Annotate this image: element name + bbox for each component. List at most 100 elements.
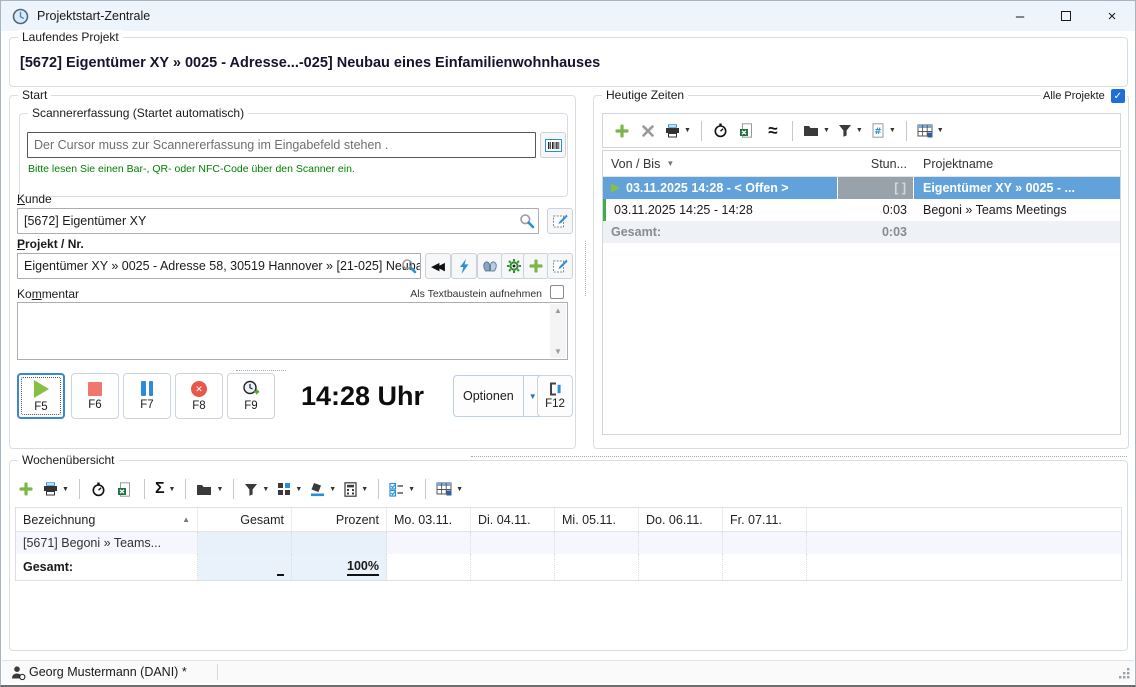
timer-button[interactable] [710, 119, 732, 143]
table-row[interactable]: 03.11.2025 14:25 - 14:28 0:03 Begoni » T… [603, 199, 1120, 221]
resize-grip-icon[interactable] [1119, 668, 1131, 680]
group-button[interactable]: ▼ [275, 477, 304, 501]
kunde-edit-button[interactable] [547, 208, 573, 234]
column-projektname[interactable]: Projektname [914, 157, 1120, 171]
cell-day [723, 532, 807, 554]
timer-button[interactable] [88, 477, 110, 501]
close-button[interactable]: × [1089, 1, 1135, 31]
minimize-button[interactable]: – [997, 1, 1043, 31]
title-bar: Projektstart-Zentrale – × [1, 1, 1135, 31]
add-button[interactable] [15, 477, 37, 501]
stop-f6-button[interactable]: F6 [71, 373, 119, 419]
chevron-down-icon[interactable]: ▼ [456, 486, 463, 493]
folder-icon [196, 483, 212, 496]
scroll-down-icon[interactable]: ▼ [554, 347, 562, 356]
exit-f12-button[interactable]: F12 [537, 375, 573, 417]
column-bezeichnung[interactable]: Bezeichnung▲ [16, 508, 198, 531]
chevron-down-icon[interactable]: ▼ [889, 127, 896, 134]
textbaustein-label: Als Textbaustein aufnehmen [317, 288, 542, 300]
chevron-down-icon[interactable]: ▼ [262, 486, 269, 493]
scanner-input[interactable]: Der Cursor muss zur Scannererfassung im … [27, 132, 536, 158]
chevron-down-icon[interactable]: ▼ [361, 486, 368, 493]
cancel-f8-button[interactable]: ✕ F8 [175, 373, 223, 419]
chevron-down-icon[interactable]: ▼ [329, 486, 336, 493]
column-di[interactable]: Di. 04.11. [471, 508, 555, 531]
column-fr[interactable]: Fr. 07.11. [723, 508, 807, 531]
projekt-input[interactable]: Eigentümer XY » 0025 - Adresse 58, 30519… [17, 253, 421, 279]
excel-export-button[interactable] [736, 119, 758, 143]
filter-button[interactable]: ▼ [242, 477, 271, 501]
alle-projekte-checkbox[interactable]: ✓ [1111, 89, 1125, 103]
search-icon[interactable] [519, 213, 535, 229]
cell-day [387, 532, 471, 554]
delete-button[interactable] [637, 119, 659, 143]
pause-f7-button[interactable]: F7 [123, 373, 171, 419]
chevron-down-icon[interactable]: ▼ [684, 127, 691, 134]
projekt-edit-button[interactable] [547, 253, 573, 279]
optionen-button[interactable]: Optionen ▼ [453, 375, 543, 417]
sum-icon: Σ [155, 480, 165, 498]
column-mo[interactable]: Mo. 03.11. [387, 508, 471, 531]
column-gesamt[interactable]: Gesamt [198, 508, 292, 531]
scanner-input-text: Der Cursor muss zur Scannererfassung im … [34, 138, 388, 152]
table-row[interactable]: 03.11.2025 14:28 - < Offen > [ ] Eigentü… [603, 177, 1120, 199]
kommentar-scrollbar[interactable]: ▲▼ [550, 304, 566, 358]
number-format-button[interactable]: #▼ [869, 119, 898, 143]
quick-start-button[interactable] [451, 253, 477, 279]
calculator-button[interactable]: ▼ [342, 477, 370, 501]
fkey-label: F7 [140, 399, 153, 411]
table-row[interactable]: [5671] Begoni » Teams... [16, 532, 1121, 554]
column-mi[interactable]: Mi. 05.11. [555, 508, 639, 531]
folder-button[interactable]: ▼ [194, 477, 225, 501]
folder-button[interactable]: ▼ [801, 119, 832, 143]
textbaustein-checkbox[interactable] [550, 285, 564, 299]
column-prozent[interactable]: Prozent [292, 508, 387, 531]
excel-export-button[interactable] [114, 477, 136, 501]
print-button[interactable]: ▼ [41, 477, 71, 501]
start-f5-button[interactable]: F5 [17, 373, 65, 419]
cell-stunden: 0:03 [837, 203, 914, 217]
column-stunden[interactable]: Stun... [837, 157, 914, 171]
print-button[interactable]: ▼ [663, 119, 693, 143]
checklist-button[interactable]: ▼ [387, 477, 417, 501]
kunde-label: Kunde [17, 192, 52, 206]
add-button[interactable] [611, 119, 633, 143]
vertical-splitter-grip[interactable] [585, 241, 586, 296]
chevron-down-icon[interactable]: ▼ [408, 486, 415, 493]
horizontal-splitter-grip[interactable] [471, 456, 1127, 457]
splitter-grip[interactable] [236, 370, 286, 371]
chevron-down-icon[interactable]: ▼ [216, 486, 223, 493]
previous-project-button[interactable]: ◀◀ [425, 253, 451, 279]
chevron-down-icon[interactable]: ▼ [62, 486, 69, 493]
chevron-down-icon[interactable]: ▼ [937, 127, 944, 134]
search-icon[interactable] [401, 258, 417, 274]
add-time-f9-button[interactable]: F9 [227, 373, 275, 419]
cell-projektname: Eigentümer XY » 0025 - ... [914, 181, 1120, 195]
table-header[interactable]: Bezeichnung▲ Gesamt Prozent Mo. 03.11. D… [16, 508, 1121, 532]
table-settings-button[interactable]: ▼ [915, 119, 946, 143]
column-do[interactable]: Do. 06.11. [639, 508, 723, 531]
table-header[interactable]: Von / Bis▼ Stun... Projektname [603, 151, 1120, 177]
maximize-button[interactable] [1043, 1, 1089, 31]
table-settings-button[interactable]: ▼ [434, 477, 465, 501]
filter-button[interactable]: ▼ [836, 119, 865, 143]
barcode-button[interactable] [540, 132, 566, 158]
scroll-up-icon[interactable]: ▲ [554, 306, 562, 315]
kunde-label-accel: K [17, 192, 25, 206]
fill-chart-button[interactable]: ▼ [308, 477, 338, 501]
chevron-down-icon[interactable]: ▼ [169, 486, 176, 493]
kommentar-textarea[interactable]: ▲▼ [17, 302, 568, 360]
kunde-input[interactable]: [5672] Eigentümer XY [17, 208, 539, 234]
chevron-down-icon[interactable]: ▼ [823, 127, 830, 134]
sum-button[interactable]: Σ▼ [153, 477, 178, 501]
column-von-bis[interactable]: Von / Bis▼ [603, 157, 837, 171]
group-icon [277, 482, 291, 496]
calculator-icon [344, 482, 357, 497]
chevron-down-icon[interactable]: ▼ [856, 127, 863, 134]
optionen-button-label: Optionen [454, 376, 523, 416]
chevron-down-icon[interactable]: ▼ [295, 486, 302, 493]
add-project-button[interactable] [523, 253, 549, 279]
approximate-button[interactable]: ≈ [762, 119, 784, 143]
plus-icon [529, 259, 543, 273]
manual-entry-button[interactable] [477, 253, 503, 279]
